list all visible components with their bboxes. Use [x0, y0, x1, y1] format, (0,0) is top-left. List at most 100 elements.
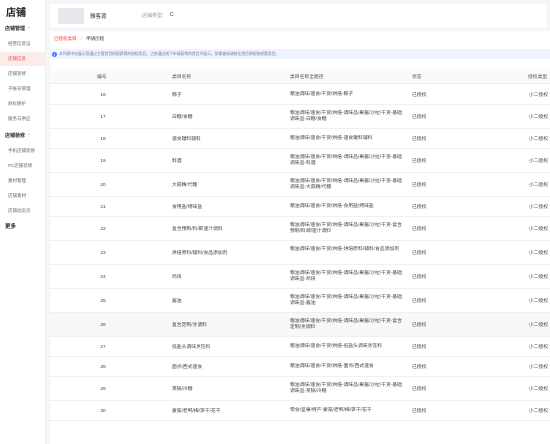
sidebar-group[interactable]: 店铺管理 ⌃ — [0, 22, 46, 36]
sidebar-title: 店铺 — [6, 8, 26, 19]
category-name: 料酒 — [172, 158, 182, 164]
sidebar-item-label: 更多 — [5, 224, 17, 230]
chevron-up-icon: ⌃ — [27, 133, 31, 138]
table-row[interactable]: 27 低盐头调味烹饪料 粮油调味/速食/干货/烘焙-低盐头调味烹饪料 已授权 小二授权 — [50, 337, 550, 357]
table-row[interactable]: 24 鸡块 粮油调味/速食/干货/烘焙-调味品/果酱/沙拉/干货-基础调味品-鸡块 已… — [50, 265, 550, 289]
sidebar: 店铺 店铺管理 ⌃ 经营信息证店铺信息店铺装修子账号管理商标保护服务与供应店铺装修 ⌃… — [0, 0, 46, 444]
category-path: 粮油调味/速食/干货/烘焙-调味品/果酱/沙拉/干货-基础调味品-蒸锅/冷糖 — [290, 382, 402, 395]
row-number: 18 — [100, 136, 106, 142]
auth-type: 小二授权 — [528, 322, 548, 328]
sidebar-item[interactable]: 店铺动态页 — [0, 204, 46, 218]
table-row[interactable]: 16 粽子 粮油调味/速食/干货/烘焙-粽子 已授权 小二授权 — [50, 85, 550, 105]
category-path: 粮油调味/速食/干货/烘焙-调味品/果酱/沙拉/干货-基础调味品-酱油 — [290, 294, 402, 307]
sidebar-item[interactable]: 素材管理 — [0, 174, 46, 188]
sidebar-item-label: 店铺装修 — [8, 71, 26, 76]
category-path: 粮油调味/速食/干货/烘焙-调味品/果酱/沙拉/干货-复合定制/烹调料 — [290, 318, 402, 331]
category-path: 粮油调味/速食/干货/烘焙-烘焙原料/辅料/食品添加剂 — [290, 246, 399, 252]
sidebar-item[interactable]: 商标保护 — [0, 97, 46, 111]
auth-type: 小二授权 — [528, 136, 548, 142]
category-name: 低盐头调味烹饪料 — [172, 344, 211, 350]
table-row[interactable]: 23 烘培原料/辅料/食品添加剂 粮油调味/速食/干货/烘焙-烘焙原料/辅料/食品添… — [50, 241, 550, 265]
shop-info-card: 雅客源 店铺类型: C — [50, 4, 546, 28]
column-header-type: 授权类型 — [528, 75, 548, 80]
sidebar-item-label: 店铺信息 — [8, 56, 26, 61]
category-name: 蒸锅/冷糖 — [172, 386, 193, 392]
category-name: 复合定制/烹调料 — [172, 322, 207, 328]
category-name: 复合预制/料/即速汁调料 — [172, 226, 223, 232]
sidebar-item[interactable]: 手机店铺装修 — [0, 144, 46, 158]
status-text: 已授权 — [412, 204, 427, 210]
sidebar-more[interactable]: 更多 — [0, 220, 46, 234]
row-number: 25 — [100, 298, 106, 304]
auth-type: 小二授权 — [528, 344, 548, 350]
category-name: 食用盐/烤味盐 — [172, 204, 203, 210]
sidebar-item-label: 经营信息证 — [8, 41, 31, 46]
table-row[interactable]: 25 酱油 粮油调味/速食/干货/烘焙-调味品/果酱/沙拉/干货-基础调味品-酱油 已… — [50, 289, 550, 313]
sidebar-item[interactable]: 店铺信息 — [0, 52, 46, 66]
status-text: 已授权 — [412, 182, 427, 188]
category-path: 粮油调味/速食/干货/烘焙-粽子 — [290, 91, 354, 97]
info-icon: i — [52, 51, 57, 57]
table-row[interactable]: 29 蒸锅/冷糖 粮油调味/速食/干货/烘焙-调味品/果酱/沙拉/干货-基础调味品-… — [50, 377, 550, 401]
sidebar-item-label: 店铺素材 — [8, 193, 26, 198]
table-row[interactable]: 20 大蒜精/代糖 粮油调味/速食/干货/烘焙-调味品/果酱/沙拉/干货-基础调味品… — [50, 173, 550, 197]
category-path: 粮油调味/速食/干货/烘焙-面点/西式速食 — [290, 363, 374, 369]
breadcrumb-separator: / — [80, 36, 83, 41]
notice-bar: i 本列表中仅展示您通过主营类目授权获得的授权类目，之前通过线下申请获得的类目不… — [50, 49, 550, 59]
auth-type: 小二授权 — [528, 92, 548, 98]
category-name: 鸡块 — [172, 274, 182, 280]
status-text: 已授权 — [412, 226, 427, 232]
shop-type-value: C — [170, 12, 174, 18]
sidebar-item-label: PC店铺装修 — [8, 163, 33, 168]
table-row[interactable]: 18 速食罐料辅料 粮油调味/速食/干货/烘焙-速食罐料辅料 已授权 小二授权 — [50, 129, 550, 149]
sidebar-group[interactable]: 店铺装修 ⌃ — [0, 129, 46, 143]
sidebar-item-label: 商标保护 — [8, 101, 26, 106]
row-number: 29 — [100, 386, 106, 392]
table-row[interactable]: 17 白糖/食糖 粮油调味/速食/干货/烘焙-调味品/果酱/沙拉/干货-基础调味品-… — [50, 105, 550, 129]
status-text: 已授权 — [412, 250, 427, 256]
table-row[interactable]: 26 复合定制/烹调料 粮油调味/速食/干货/烘焙-调味品/果酱/沙拉/干货-复合定… — [50, 313, 550, 337]
sidebar-item[interactable]: 店铺装修 — [0, 67, 46, 81]
row-number: 22 — [100, 226, 106, 232]
row-number: 20 — [100, 182, 106, 188]
sidebar-item[interactable]: 经营信息证 — [0, 37, 46, 51]
status-text: 已授权 — [412, 298, 427, 304]
column-header-path: 类目名称全路径 — [290, 75, 324, 80]
shop-name: 雅客源 — [90, 14, 107, 20]
table-row[interactable]: 28 面点/西式速食 粮油调味/速食/干货/烘焙-面点/西式速食 已授权 小二授权 — [50, 357, 550, 377]
breadcrumb-authorized-link[interactable]: 已授权类目 — [54, 36, 77, 41]
row-number: 16 — [100, 92, 106, 98]
category-path: 粮油调味/速食/干货/烘焙-低盐头调味烹饪料 — [290, 343, 382, 349]
row-number: 28 — [100, 364, 106, 370]
sidebar-item[interactable]: 店铺素材 — [0, 189, 46, 203]
auth-type: 小二授权 — [528, 182, 548, 188]
status-text: 已授权 — [412, 408, 427, 414]
sidebar-item[interactable]: 子账号管理 — [0, 82, 46, 96]
column-header-name: 类目名称 — [172, 75, 192, 80]
category-path: 粮油调味/速食/干货/烘焙-调味品/果酱/沙拉/干货-基础调味品-白糖/食糖 — [290, 110, 402, 123]
sidebar-item[interactable]: PC店铺装修 — [0, 159, 46, 173]
sidebar-item[interactable]: 服务与供应 — [0, 112, 46, 126]
auth-type: 小二授权 — [528, 226, 548, 232]
status-text: 已授权 — [412, 136, 427, 142]
sidebar-item-label: 素材管理 — [8, 178, 26, 183]
table-row[interactable]: 21 食用盐/烤味盐 粮油调味/速食/干货/烘焙-食用盐/烤味盐 已授权 小二授权 — [50, 197, 550, 217]
auth-type: 小二授权 — [528, 274, 548, 280]
shop-type-label: 店铺类型: — [142, 13, 164, 19]
sidebar-item-label: 手机店铺装修 — [8, 148, 35, 153]
status-text: 已授权 — [412, 364, 427, 370]
column-header-status: 状态 — [412, 75, 422, 80]
table-row[interactable]: 22 复合预制/料/即速汁调料 粮油调味/速食/干货/烘焙-调味品/果酱/沙拉/干货… — [50, 217, 550, 241]
table-row[interactable]: 30 蒙笼/老鸭/梅/笋干/花干 零食/坚果/特产-蒙笼/老鸭/梅/笋干/花干 已授权… — [50, 401, 550, 421]
category-path: 粮油调味/速食/干货/烘焙-速食罐料辅料 — [290, 135, 373, 141]
column-header-no: 编号 — [97, 75, 107, 80]
auth-type: 小二授权 — [528, 364, 548, 370]
category-name: 烘培原料/辅料/食品添加剂 — [172, 250, 228, 256]
sidebar-item-label: 店铺动态页 — [8, 208, 31, 213]
sidebar-item-label: 子账号管理 — [8, 86, 31, 91]
table-row[interactable]: 19 料酒 粮油调味/速食/干货/烘焙-调味品/果酱/沙拉/干货-基础调味品-料酒 已… — [50, 149, 550, 173]
notice-text: 本列表中仅展示您通过主营类目授权获得的授权类目，之前通过线下申请获得的类目不展示… — [59, 52, 280, 56]
category-name: 粽子 — [172, 92, 182, 98]
category-path: 粮油调味/速食/干货/烘焙-调味品/果酱/沙拉/干货-基础调味品-鸡块 — [290, 270, 402, 283]
row-number: 23 — [100, 250, 106, 256]
